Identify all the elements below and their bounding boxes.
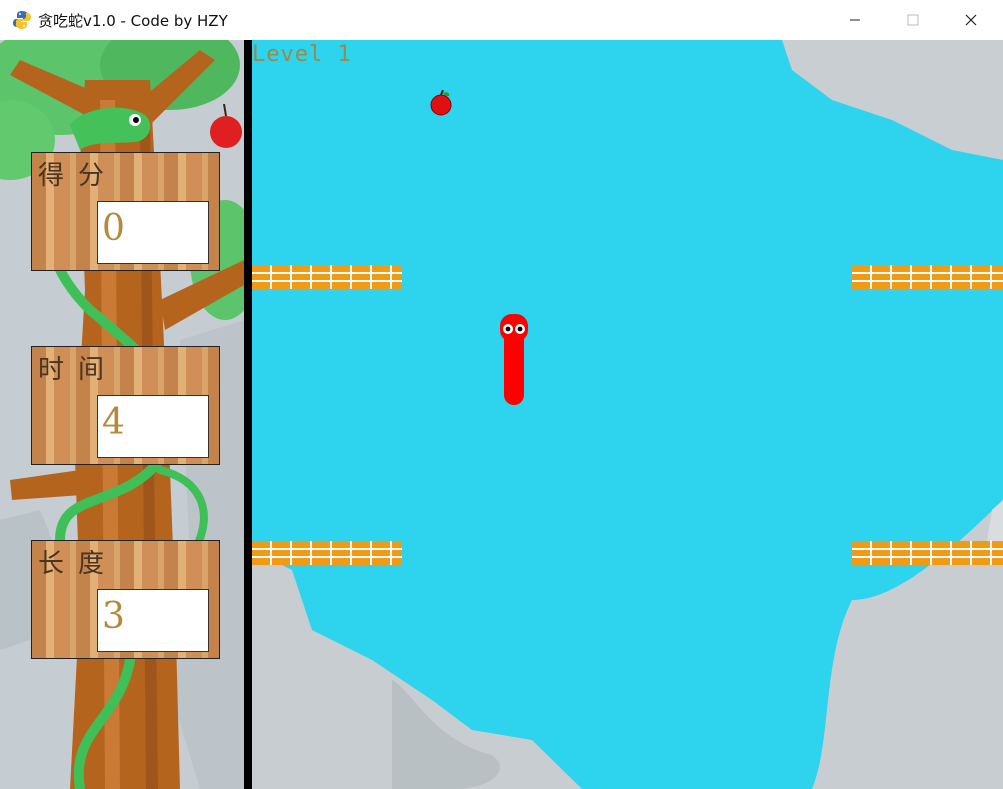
- length-value-box: 3: [97, 589, 209, 652]
- game-viewport[interactable]: 得分 0 时间 4 长度 3 Level 1: [0, 40, 1003, 789]
- python-app-icon: [13, 11, 31, 29]
- maximize-button[interactable]: [884, 0, 942, 40]
- apple-icon: [430, 90, 452, 116]
- brick-wall-bottom-right: [852, 541, 1003, 565]
- level-indicator: Level 1: [252, 42, 352, 67]
- length-value: 3: [102, 596, 125, 637]
- minimize-button[interactable]: [826, 0, 884, 40]
- score-label: 得分: [38, 161, 119, 191]
- minimize-icon: [850, 19, 860, 21]
- brick-wall-top-right: [852, 265, 1003, 289]
- length-label: 长度: [38, 549, 119, 579]
- window-titlebar: 贪吃蛇v1.0 - Code by HZY: [0, 0, 1003, 41]
- window-title: 贪吃蛇v1.0 - Code by HZY: [38, 12, 228, 30]
- map-background: [252, 40, 1003, 789]
- snake: [500, 314, 528, 405]
- maximize-icon: [907, 14, 919, 26]
- score-value-box: 0: [97, 201, 209, 264]
- score-panel: 得分 0: [31, 152, 220, 271]
- time-value: 4: [102, 402, 125, 443]
- time-panel: 时间 4: [31, 346, 220, 465]
- time-value-box: 4: [97, 395, 209, 458]
- score-value: 0: [102, 208, 125, 249]
- close-button[interactable]: [942, 0, 1000, 40]
- close-icon: [965, 14, 977, 26]
- length-panel: 长度 3: [31, 540, 220, 659]
- time-label: 时间: [38, 355, 119, 385]
- brick-wall-top-left: [252, 265, 402, 289]
- panel-divider: [244, 40, 252, 789]
- side-panel: 得分 0 时间 4 长度 3: [0, 40, 244, 789]
- play-area[interactable]: Level 1: [252, 40, 1003, 789]
- brick-wall-bottom-left: [252, 541, 402, 565]
